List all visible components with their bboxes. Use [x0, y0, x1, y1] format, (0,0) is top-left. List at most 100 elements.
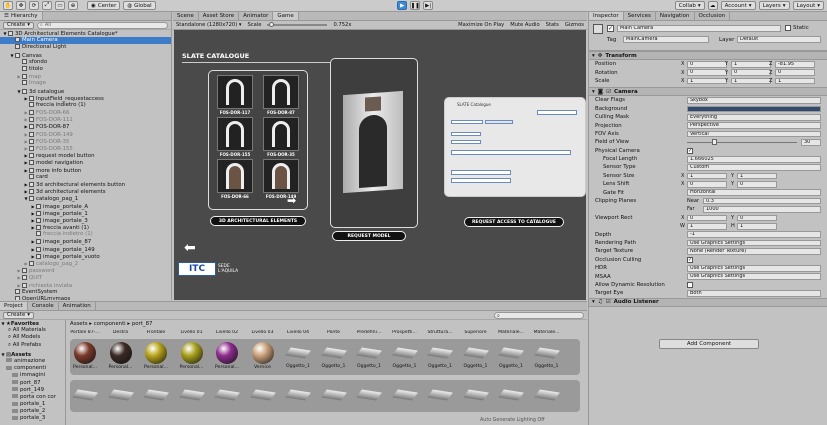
hierarchy-item[interactable]: Directional Light [0, 44, 171, 51]
transform-x-field[interactable]: 1 [687, 77, 727, 85]
folder-item[interactable]: componenti [0, 365, 65, 372]
hierarchy-item[interactable]: ▶ FOS-DOR-149 [0, 131, 171, 138]
display-resolution-dropdown[interactable]: Standalone (1280x720) ▾ [176, 22, 242, 28]
material-asset[interactable]: Personal... [106, 342, 136, 370]
transform-y-field[interactable]: 1 [731, 77, 771, 85]
folder-item[interactable]: portale_1 [0, 401, 65, 408]
hierarchy-item[interactable]: ▶ FOS-DOR-35 [0, 138, 171, 145]
arrow-left-icon[interactable]: ⬅ [184, 241, 196, 255]
catalogue-thumbnail[interactable] [217, 117, 253, 151]
model-asset[interactable] [106, 384, 136, 406]
scale-slider-handle[interactable] [269, 22, 275, 27]
hierarchy-item[interactable]: ▶ QUIT [0, 274, 171, 281]
object-name-field[interactable]: Main Camera [617, 25, 781, 32]
scale-slider[interactable] [267, 22, 328, 27]
material-asset[interactable]: Personal... [141, 342, 171, 370]
model-asset[interactable] [390, 384, 420, 406]
gizmos-dropdown[interactable]: Gizmos [565, 22, 584, 28]
property-dropdown[interactable]: Use Graphics Settings [687, 239, 821, 247]
folder-item[interactable]: immagini [0, 372, 65, 379]
hierarchy-item[interactable]: ▶ richiesta inviata [0, 282, 171, 289]
property-dropdown[interactable]: Horizontal [687, 189, 821, 197]
folder-item[interactable]: portale_3 [0, 415, 65, 422]
catalogue-thumbnail[interactable] [217, 75, 253, 109]
rect-tool-button[interactable]: ▭ [55, 1, 65, 10]
hierarchy-item[interactable]: ▶ map [0, 73, 171, 80]
catalogue-thumbnail[interactable] [263, 117, 299, 151]
account-button[interactable]: Account ▾ [720, 1, 756, 10]
property-dropdown[interactable]: Skybox [687, 97, 821, 104]
request-model-button[interactable]: REQUEST MODEL [332, 231, 406, 241]
pivot-center-toggle[interactable]: ◉ Center [87, 1, 121, 10]
layout-button[interactable]: Layout ▾ [792, 1, 824, 10]
background-color-swatch[interactable] [687, 105, 821, 113]
active-checkbox[interactable]: ✓ [607, 25, 614, 32]
scale-tool-button[interactable]: ⤢ [42, 1, 52, 10]
hierarchy-item[interactable]: EventSystem [0, 288, 171, 296]
form-input-2[interactable] [485, 120, 513, 124]
catalogue-thumbnail[interactable] [263, 159, 299, 193]
stats-toggle[interactable]: Stats [546, 22, 559, 28]
folder-item[interactable]: animazione [0, 358, 65, 365]
form-input-5[interactable] [451, 140, 481, 144]
form-input-1[interactable] [451, 120, 483, 124]
hierarchy-item[interactable]: ▼ Canvas [0, 52, 171, 59]
transform-y-field[interactable]: 0 [731, 69, 771, 76]
near-field[interactable]: 0.3 [703, 197, 821, 205]
hierarchy-item[interactable]: ▶ model navigation [0, 159, 171, 166]
assets-header[interactable]: ▼▤Assets [0, 351, 65, 358]
request-access-button[interactable]: REQUEST ACCESS TO CATALOGUE [464, 217, 564, 227]
y-field[interactable]: 0 [737, 181, 777, 188]
y-field[interactable]: 1 [737, 172, 777, 180]
tab-game[interactable]: Game [273, 12, 299, 20]
folder-item[interactable]: portale_2 [0, 408, 65, 415]
folder-item[interactable]: porta con cor [0, 394, 65, 401]
mute-audio-toggle[interactable]: Mute Audio [510, 22, 539, 28]
model-asset[interactable]: Oggetto_1 [496, 342, 526, 369]
hierarchy-item[interactable]: ▶ FOS-DOR-155 [0, 145, 171, 152]
favorites-header[interactable]: ▼★Favorites [0, 320, 65, 327]
favorite-item[interactable]: ⌕ All Models [0, 334, 65, 341]
property-dropdown[interactable]: Use Graphics Settings [687, 273, 821, 280]
pivot-global-toggle[interactable]: ◍ Global [123, 1, 156, 10]
tab-console[interactable]: Console [28, 302, 59, 310]
model-asset[interactable]: Oggetto_1 [425, 342, 455, 369]
model-asset[interactable]: Oggetto_1 [283, 342, 313, 369]
game-viewport[interactable]: SLATE CATALOGUE FOS-DOR-117 FOS-DOR-87 FOS… [174, 30, 586, 300]
move-tool-button[interactable]: ✥ [16, 1, 26, 10]
property-dropdown[interactable]: Both [687, 290, 821, 297]
folder-item[interactable]: port_149 [0, 387, 65, 394]
transform-z-field[interactable]: 1 [775, 77, 815, 85]
camera-enabled-checkbox[interactable]: ☑ [606, 89, 611, 95]
folder-item[interactable]: port_87 [0, 380, 65, 387]
property-field[interactable]: -1 [687, 231, 821, 239]
hierarchy-item[interactable]: ▶ FOS-DOR-87 [0, 123, 171, 130]
hierarchy-item[interactable]: ▶ FOS-DOR-66 [0, 109, 171, 116]
tab-hierarchy[interactable]: ☰ Hierarchy [0, 12, 43, 20]
model-asset[interactable] [496, 384, 526, 406]
tab-inspector[interactable]: Inspector [589, 12, 624, 20]
fov-slider-handle[interactable] [712, 139, 717, 146]
hierarchy-item[interactable]: ▶ image_portale_3 [0, 217, 171, 224]
tab-animation[interactable]: Animation [59, 302, 96, 310]
hierarchy-item[interactable]: freccia indietro (1) [0, 231, 171, 238]
h-field[interactable]: 1 [737, 223, 777, 230]
model-asset[interactable] [141, 384, 171, 406]
camera-header[interactable]: ▾ ◙ ☑ Camera [589, 87, 827, 97]
hierarchy-item[interactable]: ▶ request model button [0, 152, 171, 159]
model-asset[interactable]: Oggetto_1 [319, 342, 349, 369]
layers-button[interactable]: Layers ▾ [758, 1, 790, 10]
model-asset[interactable] [532, 384, 562, 406]
breadcrumb-item[interactable]: componenti [94, 321, 126, 327]
breadcrumb-item[interactable]: port_87 [132, 321, 153, 327]
architectural-elements-button[interactable]: 3D ARCHITECTURAL ELEMENTS [210, 216, 306, 226]
property-checkbox[interactable]: ✓ [687, 147, 693, 154]
x-field[interactable]: 1 [687, 172, 727, 180]
transform-z-field[interactable]: -81.95 [775, 61, 815, 68]
tab-navigation[interactable]: Navigation [656, 12, 695, 20]
hierarchy-item[interactable]: OpenURLmymaps [0, 295, 171, 300]
model-asset[interactable]: Oggetto_1 [390, 342, 420, 369]
hierarchy-item[interactable]: ▶ 3d architectural elements button [0, 181, 171, 188]
model-asset[interactable] [283, 384, 313, 406]
model-asset[interactable]: Oggetto_1 [354, 342, 384, 369]
